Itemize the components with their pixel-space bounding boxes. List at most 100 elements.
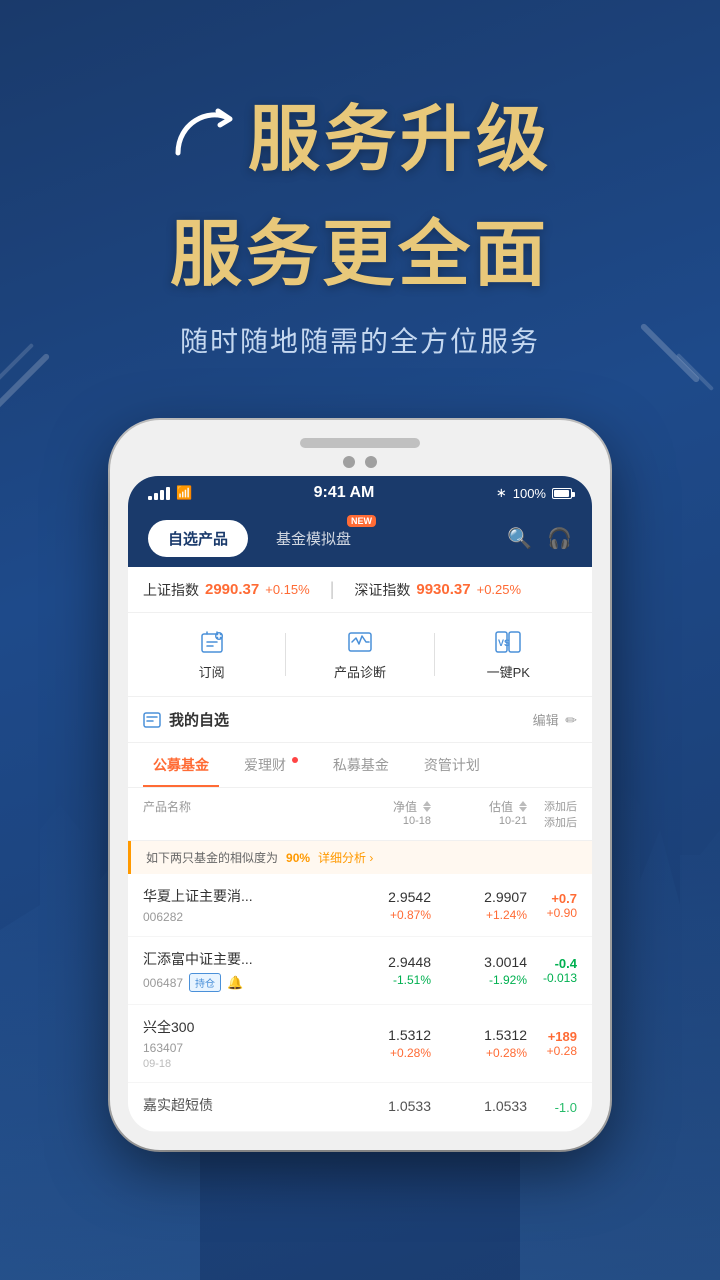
similarity-link[interactable]: 详细分析 ›: [318, 849, 373, 866]
add-val-3: +189: [527, 1029, 577, 1044]
sh-index-value: 2990.37: [205, 581, 259, 598]
fund-action-2: -0.4 -0.013: [527, 956, 577, 985]
headline-text-2: 服务更全面: [60, 195, 660, 300]
est-change-2: -1.92%: [431, 973, 527, 987]
battery-percent: 100%: [513, 486, 546, 501]
add-val-4: -1.0: [527, 1100, 577, 1115]
headline-text-1: 服务升级: [248, 80, 552, 185]
action-subscribe[interactable]: 订阅: [138, 628, 285, 681]
fund-name-3[interactable]: 兴全300: [143, 1017, 335, 1037]
tab-fund-sim[interactable]: 基金模拟盘 NEW: [256, 520, 371, 557]
fund-tag-2: 持仓: [189, 973, 221, 992]
signal-area: 📶: [148, 485, 192, 501]
col-add-header: 添加后 添加后: [527, 798, 577, 830]
fund-info-1: 华夏上证主要消... 006282: [143, 886, 335, 924]
fund-row-3: 兴全300 163407 09-18 1.5312 +0.28% 1.5312 …: [128, 1005, 592, 1083]
category-tabs: 公募基金 爱理财 私募基金 资管计划: [128, 743, 592, 788]
cat-tab-private[interactable]: 私募基金: [323, 743, 399, 787]
fund-info-3: 兴全300 163407 09-18: [143, 1017, 335, 1070]
fund-nav-3: 1.5312 +0.28%: [335, 1027, 431, 1060]
add-val-1: +0.7: [527, 891, 577, 906]
fund-name-1[interactable]: 华夏上证主要消...: [143, 886, 335, 906]
add-val2-2: -0.013: [527, 971, 577, 985]
status-time: 9:41 AM: [314, 484, 375, 502]
fund-row-4: 嘉实超短债 1.0533 1.0533 -1.0: [128, 1083, 592, 1132]
phone-speaker: [300, 438, 420, 448]
phone-screen: 📶 9:41 AM ∗ 100% 自选产品 基金模拟盘: [128, 476, 592, 1132]
fund-action-1: +0.7 +0.90: [527, 891, 577, 920]
est-price-1: 2.9907: [431, 889, 527, 905]
fund-action-4: -1.0: [527, 1100, 577, 1115]
fund-nav-4: 1.0533: [335, 1098, 431, 1117]
fund-info-2: 汇添富中证主要... 006487 持仓 🔔: [143, 949, 335, 992]
sh-index: 上证指数 2990.37 +0.15%: [143, 580, 310, 600]
action-row: 订阅 产品诊断 VS 一键PK: [128, 613, 592, 697]
svg-text:VS: VS: [498, 638, 510, 648]
sz-index-value: 9930.37: [416, 581, 470, 598]
nav-date: 10-18: [403, 815, 431, 827]
wifi-icon: 📶: [176, 485, 192, 501]
subscribe-label: 订阅: [199, 662, 225, 681]
est-date: 10-21: [499, 815, 527, 827]
signal-bar-1: [148, 496, 152, 500]
headset-icon[interactable]: 🎧: [547, 526, 572, 551]
watchlist-title: 我的自选: [143, 709, 229, 730]
fund-code-1: 006282: [143, 910, 183, 924]
est-sort-icon[interactable]: [519, 801, 527, 812]
status-bar: 📶 9:41 AM ∗ 100%: [128, 476, 592, 510]
table-header-row: 产品名称 净值 10-18 估值: [128, 788, 592, 841]
sz-index-change: +0.25%: [477, 582, 521, 597]
est-price-4: 1.0533: [431, 1098, 527, 1114]
col-nav-header: 净值 10-18: [335, 798, 431, 830]
cat-tab-wealth[interactable]: 爱理财: [234, 743, 308, 787]
cat-tab-public[interactable]: 公募基金: [143, 743, 219, 787]
edit-icon: ✏: [565, 712, 577, 728]
nav-tabs: 自选产品 基金模拟盘 NEW: [148, 520, 371, 557]
cat-tab-asset[interactable]: 资管计划: [414, 743, 490, 787]
fund-est-2: 3.0014 -1.92%: [431, 954, 527, 987]
nav-change-3: +0.28%: [335, 1046, 431, 1060]
est-change-3: +0.28%: [431, 1046, 527, 1060]
fund-info-4: 嘉实超短债: [143, 1095, 335, 1119]
add-val2-1: +0.90: [527, 906, 577, 920]
sz-index-name: 深证指数: [354, 580, 410, 600]
signal-bar-2: [154, 493, 158, 500]
fund-bell-2[interactable]: 🔔: [227, 975, 243, 991]
est-price-2: 3.0014: [431, 954, 527, 970]
fund-name-4[interactable]: 嘉实超短债: [143, 1095, 335, 1115]
signal-bar-4: [166, 487, 170, 500]
nav-sort-icon[interactable]: [423, 801, 431, 812]
action-pk[interactable]: VS 一键PK: [435, 628, 582, 681]
nav-change-1: +0.87%: [335, 908, 431, 922]
fund-date-3: 09-18: [143, 1058, 335, 1070]
similarity-text: 如下两只基金的相似度为: [146, 849, 278, 866]
subscribe-icon: [198, 628, 226, 656]
nav-price-4: 1.0533: [335, 1098, 431, 1114]
sz-index: 深证指数 9930.37 +0.25%: [354, 580, 521, 600]
similarity-percent: 90%: [286, 851, 310, 865]
battery-icon: [552, 488, 572, 499]
fund-code-3: 163407: [143, 1041, 183, 1055]
subtitle-text: 随时随地随需的全方位服务: [60, 320, 660, 360]
diagnose-icon: [346, 628, 374, 656]
sh-index-change: +0.15%: [265, 582, 309, 597]
index-ticker: 上证指数 2990.37 +0.15% | 深证指数 9930.37 +0.25…: [128, 567, 592, 613]
fund-name-2[interactable]: 汇添富中证主要...: [143, 949, 335, 969]
fund-nav-2: 2.9448 -1.51%: [335, 954, 431, 987]
fund-est-4: 1.0533: [431, 1098, 527, 1117]
col-name-header: 产品名称: [143, 798, 335, 830]
action-diagnose[interactable]: 产品诊断: [286, 628, 433, 681]
fund-row-1: 华夏上证主要消... 006282 2.9542 +0.87% 2.9907 +…: [128, 874, 592, 937]
tab-own-products[interactable]: 自选产品: [148, 520, 248, 557]
nav-icons: 🔍 🎧: [507, 526, 572, 551]
header-area: 服务升级 服务更全面 随时随地随需的全方位服务: [0, 0, 720, 380]
fund-code-2: 006487: [143, 976, 183, 990]
search-icon[interactable]: 🔍: [507, 526, 532, 551]
index-divider: |: [330, 579, 335, 600]
fund-row-2: 汇添富中证主要... 006487 持仓 🔔 2.9448 -1.51% 3.0…: [128, 937, 592, 1005]
watchlist-edit-button[interactable]: 编辑 ✏: [533, 710, 577, 729]
nav-change-2: -1.51%: [335, 973, 431, 987]
phone-camera: [343, 456, 355, 468]
fund-action-3: +189 +0.28: [527, 1029, 577, 1058]
diagnose-label: 产品诊断: [334, 662, 386, 681]
